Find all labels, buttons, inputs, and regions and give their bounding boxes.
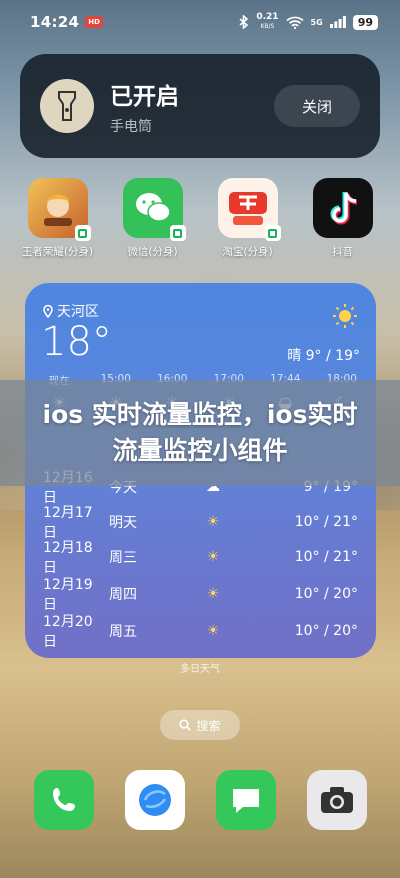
bluetooth-icon (239, 15, 249, 29)
clone-badge-icon (74, 225, 91, 241)
signal-label: 5G (310, 17, 323, 27)
weather-location: 天河区 (43, 301, 99, 321)
signal-icon (329, 16, 346, 28)
sun-icon: ☀ (206, 514, 220, 530)
hd-badge: HD (85, 16, 103, 28)
app-label: 淘宝(分身) (222, 246, 273, 258)
search-icon (179, 719, 192, 731)
sun-icon: ☀ (206, 623, 220, 639)
browser-icon[interactable] (124, 770, 185, 830)
app-wechat[interactable]: 微信(分身) (107, 178, 199, 259)
status-bar: 14:24 HD 0.21 KB/S 5G 99 (0, 0, 400, 44)
app-label: 抖音 (332, 246, 353, 258)
app-king-of-glory[interactable]: 王者荣耀(分身) (12, 178, 104, 259)
phone-icon[interactable] (33, 770, 94, 830)
flashlight-label: 手电筒 (110, 118, 152, 135)
banner-title: ios 实时流量监控，ios实时流量监控小组件 (42, 400, 358, 465)
battery-level: 99 (352, 14, 378, 30)
flashlight-icon[interactable] (40, 79, 94, 133)
app-taobao[interactable]: 淘宝(分身) (202, 178, 294, 259)
flashlight-card: 已开启 手电筒 关闭 (20, 54, 380, 158)
weather-widget-label: 多日天气 (180, 664, 220, 675)
wechat-icon (122, 178, 186, 241)
search-button[interactable]: 搜索 (160, 710, 240, 740)
forecast-row: 12月17日 明天 ☀ 10° / 21° (43, 505, 358, 541)
taobao-icon (217, 178, 281, 241)
wifi-icon (285, 16, 304, 29)
messages-icon[interactable] (215, 770, 276, 830)
dock (0, 770, 400, 830)
search-label: 搜索 (196, 718, 221, 733)
sun-icon: ☀ (206, 549, 220, 565)
status-time: 14:24 (30, 13, 80, 31)
close-flashlight-button[interactable]: 关闭 (274, 85, 360, 127)
app-row: 王者荣耀(分身) 微信(分身) 淘宝(分身) 抖音 (0, 178, 400, 259)
clone-badge-icon (169, 225, 186, 241)
location-pin-icon (43, 304, 53, 318)
title-banner: ios 实时流量监控，ios实时流量监控小组件 (0, 380, 400, 486)
app-label: 王者荣耀(分身) (21, 246, 94, 258)
camera-icon[interactable] (306, 770, 367, 830)
forecast-row: 12月19日 周四 ☀ 10° / 20° (43, 577, 358, 613)
app-label: 微信(分身) (127, 246, 178, 258)
sun-icon (333, 304, 357, 328)
forecast-row: 12月18日 周三 ☀ 10° / 21° (43, 540, 358, 576)
tiktok-icon (312, 178, 373, 238)
current-temperature: 18° (41, 319, 112, 365)
clone-badge-icon (264, 225, 281, 241)
app-douyin[interactable]: 抖音 (297, 178, 389, 259)
weather-condition: 晴 9° / 19° (287, 348, 360, 364)
flashlight-status: 已开启 (110, 83, 179, 110)
network-speed: 0.21 KB/S (256, 12, 279, 31)
game-hero-icon (27, 178, 91, 241)
sun-icon: ☀ (206, 586, 220, 602)
forecast-row: 12月20日 周五 ☀ 10° / 20° (43, 614, 358, 650)
